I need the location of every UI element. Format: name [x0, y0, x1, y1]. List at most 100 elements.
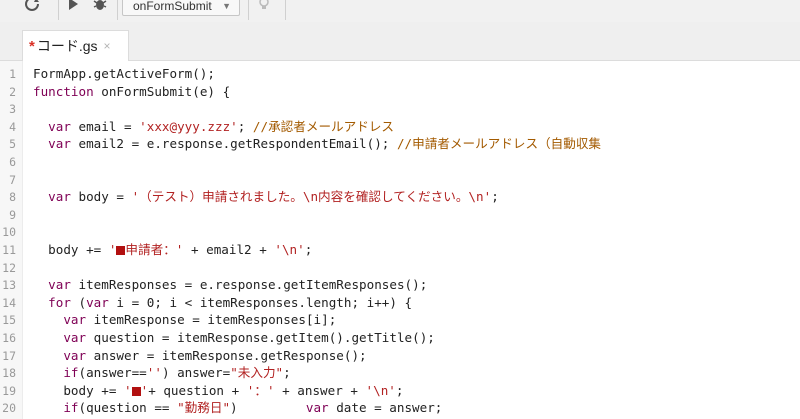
code-line[interactable]: 17 var answer = itemResponse.getResponse…	[0, 347, 800, 365]
line-number: 6	[9, 155, 16, 169]
code-line[interactable]: 1 FormApp.getActiveForm();	[0, 65, 800, 83]
code-line[interactable]: 13 var itemResponses = e.response.getIte…	[0, 276, 800, 294]
code-token: '\n'	[274, 242, 305, 257]
line-number: 7	[9, 172, 16, 187]
code-token: body +=	[33, 242, 109, 257]
code-token: var	[305, 400, 329, 416]
code-line[interactable]: 6	[0, 153, 800, 171]
code-token: i = 0; i < itemResponses.length; i++) {	[108, 294, 413, 310]
line-number: 9	[9, 207, 16, 222]
code-token: onFormSubmit(e) {	[93, 83, 231, 99]
code-token: + email2 +	[183, 242, 275, 257]
code-token: function	[33, 83, 94, 99]
code-line[interactable]: 4 var email = 'xxx@yyy.zzz'; //承認者メールアドレ…	[0, 118, 800, 136]
code-line[interactable]: 10	[0, 223, 800, 241]
code-token: var	[48, 277, 71, 293]
code-token: + answer +	[274, 382, 366, 398]
code-token: ;	[395, 382, 404, 398]
line-number: 4	[9, 119, 16, 134]
code-token: ;	[491, 189, 499, 205]
code-area[interactable]: 1 FormApp.getActiveForm(); 2 function onFor…	[0, 61, 800, 419]
toolbar-divider	[285, 0, 286, 20]
toolbar-divider	[58, 0, 59, 20]
code-editor[interactable]: 1 FormApp.getActiveForm(); 2 function onFor…	[0, 61, 800, 419]
code-token: if	[63, 365, 79, 381]
file-tab-bar: * コード.gs ×	[0, 22, 800, 61]
line-number: 18	[2, 366, 16, 381]
debug-icon[interactable]	[24, 0, 40, 11]
line-source: body += ' '+ question + '：' + answer + '\…	[33, 382, 403, 400]
line-number: 11	[2, 243, 16, 257]
chevron-down-icon: ▼	[222, 1, 231, 11]
line-source: body += ' 申請者：' + email2 + '\n';	[33, 241, 312, 259]
code-line[interactable]: 8 var body = '（テスト）申請されました。\n内容を確認してください…	[0, 188, 800, 206]
line-source: if(question == "勤務日") var date = answer;	[33, 399, 442, 417]
toolbar-divider	[117, 0, 118, 20]
code-line[interactable]: 16 var question = itemResponse.getItem()…	[0, 329, 800, 347]
lightbulb-icon[interactable]	[257, 0, 271, 11]
code-token: body +=	[33, 382, 124, 398]
code-token: itemResponses = e.response.getItemRespon…	[70, 277, 428, 293]
code-token: date = answer;	[328, 400, 443, 416]
code-line[interactable]: 2 function onFormSubmit(e) {	[0, 83, 800, 101]
code-token: email2 = e.response.getRespondentEmail()…	[70, 136, 397, 152]
code-token: var	[48, 189, 71, 205]
code-token: var	[63, 312, 87, 328]
line-source: var body = '（テスト）申請されました。\n内容を確認してください。\…	[33, 188, 499, 206]
code-line[interactable]: 7	[0, 171, 800, 189]
code-token: 申請者：'	[125, 242, 184, 257]
code-token: "勤務日"	[177, 400, 231, 416]
code-token: (answer==	[78, 365, 147, 381]
code-token: ;	[237, 118, 253, 134]
code-line[interactable]: 12	[0, 259, 800, 277]
code-token: var	[63, 330, 87, 345]
line-number: 3	[9, 102, 16, 117]
code-line[interactable]: 3	[0, 100, 800, 118]
line-number: 12	[2, 260, 16, 275]
line-number: 8	[9, 190, 16, 205]
code-token: '	[108, 242, 117, 257]
line-number: 16	[2, 331, 16, 345]
line-number: 17	[2, 348, 16, 363]
code-token: question = itemResponse.getItem().getTit…	[86, 330, 435, 345]
code-token: FormApp.getActiveForm();	[33, 66, 215, 81]
line-number: 10	[2, 225, 16, 240]
close-icon[interactable]: ×	[104, 39, 111, 53]
line-source: var answer = itemResponse.getResponse();	[33, 347, 366, 365]
line-number: 19	[2, 383, 16, 398]
code-line[interactable]: 5 var email2 = e.response.getRespondentE…	[0, 135, 800, 153]
black-square-glyph	[131, 386, 141, 396]
bug-icon[interactable]	[92, 0, 108, 11]
code-token: + question +	[148, 382, 247, 398]
line-number: 15	[2, 313, 16, 328]
code-token: //申請者メールアドレス（自動収集	[396, 136, 602, 152]
line-source: function onFormSubmit(e) {	[33, 83, 230, 101]
code-line[interactable]: 14 for (var i = 0; i < itemResponses.len…	[0, 294, 800, 312]
run-icon[interactable]	[66, 0, 80, 11]
code-line[interactable]: 15 var itemResponse = itemResponses[i];	[0, 311, 800, 329]
line-number: 2	[9, 84, 16, 99]
code-line[interactable]: 11 body += ' 申請者：' + email2 + '\n';	[0, 241, 800, 259]
code-line[interactable]: 18 if(answer=='') answer="未入力";	[0, 364, 800, 382]
code-token: '（テスト）申請されました。\n内容を確認してください。\n'	[131, 189, 492, 205]
code-token: ;	[304, 242, 313, 257]
code-line[interactable]: 19 body += ' '+ question + '：' + answer +…	[0, 382, 800, 400]
file-tab-name: コード.gs	[36, 38, 98, 54]
code-line[interactable]: 9	[0, 206, 800, 224]
code-line[interactable]: 20 if(question == "勤務日") var date = answ…	[0, 399, 800, 417]
function-select[interactable]: onFormSubmit ▼	[122, 0, 240, 16]
file-tab[interactable]: * コード.gs ×	[22, 30, 129, 61]
code-token: //承認者メールアドレス	[252, 118, 395, 134]
line-source: var email = 'xxx@yyy.zzz'; //承認者メールアドレス	[33, 118, 394, 136]
code-token: var	[63, 347, 87, 363]
